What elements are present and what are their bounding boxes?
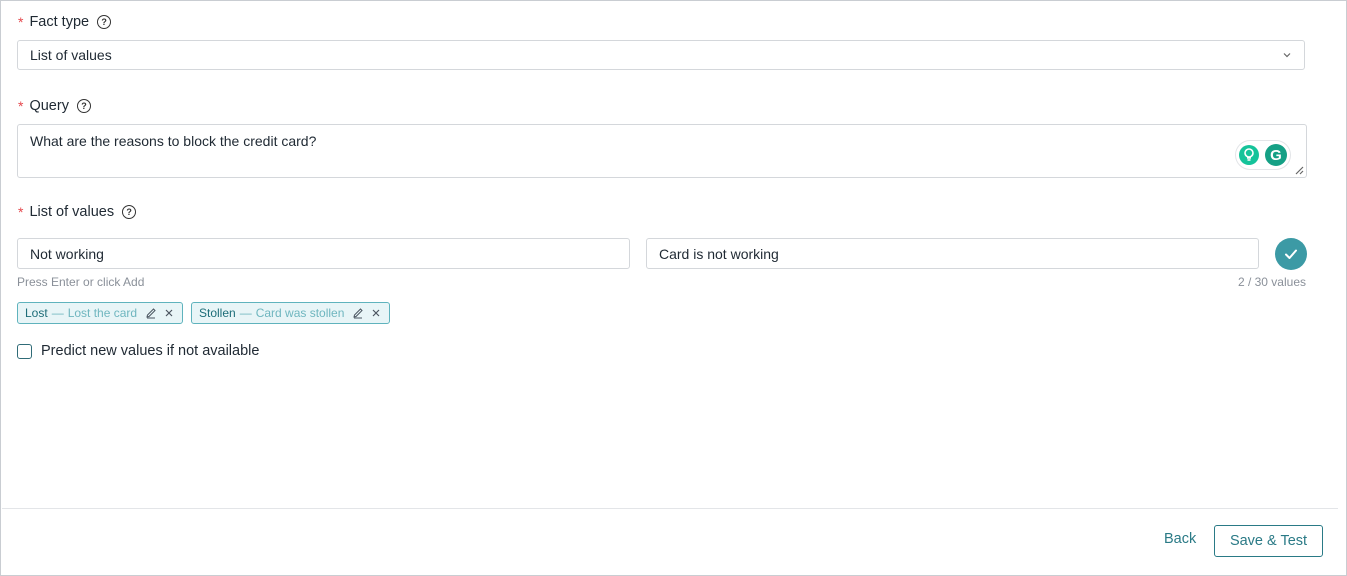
required-asterisk: *	[18, 204, 24, 220]
save-and-test-button[interactable]: Save & Test	[1214, 525, 1323, 557]
required-asterisk: *	[18, 98, 24, 114]
value-key-text: Not working	[30, 245, 104, 262]
predict-values-option[interactable]: Predict new values if not available	[17, 343, 259, 359]
resize-handle-icon[interactable]	[1294, 165, 1304, 175]
list-of-values-label-row: * List of values ?	[18, 204, 137, 220]
required-asterisk: *	[18, 14, 24, 30]
tag-key: Stollen	[199, 306, 236, 320]
grammarly-logo-icon[interactable]: G	[1265, 144, 1287, 166]
question-circle-icon[interactable]: ?	[76, 99, 91, 113]
value-description-input[interactable]: Card is not working	[646, 238, 1259, 269]
value-tag: Lost — Lost the card	[17, 302, 184, 324]
fact-type-select[interactable]: List of values	[17, 40, 1305, 70]
list-of-values-label: List of values	[29, 204, 115, 220]
close-icon[interactable]	[370, 307, 382, 319]
question-circle-icon[interactable]: ?	[97, 15, 112, 29]
fact-type-selected-value: List of values	[30, 47, 112, 63]
chevron-down-icon	[1283, 53, 1291, 58]
tag-separator: —	[239, 306, 252, 320]
predict-values-checkbox[interactable]	[17, 343, 32, 359]
question-circle-icon[interactable]: ?	[122, 205, 137, 219]
query-textarea[interactable]: What are the reasons to block the credit…	[17, 124, 1307, 178]
footer-divider	[2, 508, 1338, 509]
lightbulb-icon[interactable]	[1239, 145, 1259, 165]
add-hint-text: Press Enter or click Add	[17, 275, 145, 289]
form-panel: * Fact type ? List of values * Query ? W…	[0, 0, 1347, 576]
add-value-button[interactable]	[1275, 238, 1307, 270]
pencil-icon[interactable]	[352, 307, 364, 319]
values-count: 2 / 30 values	[1237, 275, 1306, 289]
query-text: What are the reasons to block the credit…	[30, 133, 317, 149]
check-icon	[1285, 249, 1297, 259]
pencil-icon[interactable]	[145, 307, 157, 319]
value-description-text: Card is not working	[659, 245, 779, 262]
close-icon[interactable]	[163, 307, 175, 319]
tag-value: Card was stollen	[255, 306, 345, 320]
predict-values-label: Predict new values if not available	[41, 343, 260, 359]
value-tag: Stollen — Card was stollen	[191, 302, 391, 324]
tag-key: Lost	[25, 306, 48, 320]
save-and-test-label: Save & Test	[1229, 533, 1308, 549]
query-label: Query	[29, 98, 69, 114]
grammarly-widget[interactable]: G	[1236, 141, 1290, 169]
tag-separator: —	[51, 306, 64, 320]
fact-type-label-row: * Fact type ?	[18, 14, 112, 30]
back-button[interactable]: Back	[1164, 531, 1196, 547]
query-label-row: * Query ?	[18, 98, 91, 114]
tag-value: Lost the card	[67, 306, 138, 320]
value-key-input[interactable]: Not working	[17, 238, 630, 269]
fact-type-label: Fact type	[29, 14, 90, 30]
